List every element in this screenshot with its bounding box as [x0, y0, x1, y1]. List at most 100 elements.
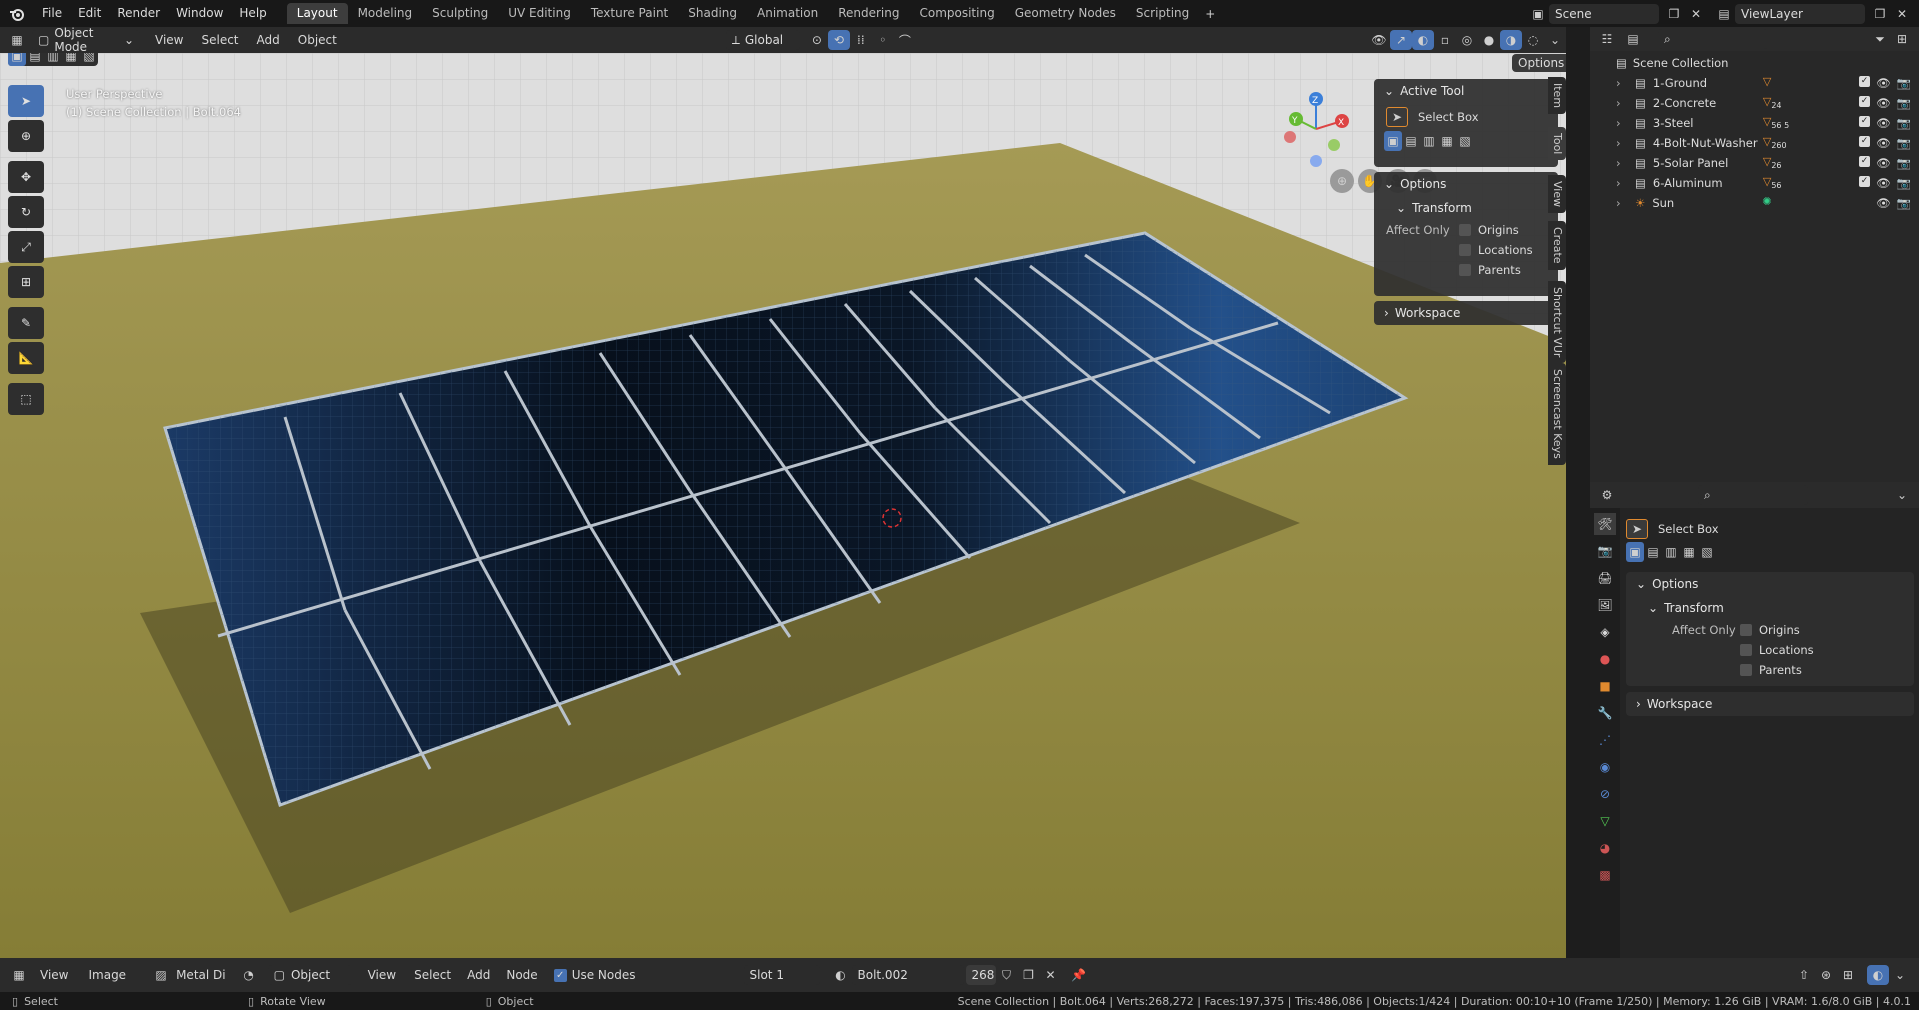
menu-help[interactable]: Help: [231, 0, 274, 27]
prop-workspace-panel[interactable]: › Workspace: [1626, 692, 1914, 716]
unlink-material-icon[interactable]: ✕: [1040, 965, 1062, 985]
eye-icon[interactable]: 👁: [1876, 76, 1891, 90]
tab-uv-editing[interactable]: UV Editing: [498, 3, 581, 24]
eye-icon[interactable]: 👁: [1876, 156, 1891, 170]
annotate-tool-icon[interactable]: ✎: [8, 307, 44, 339]
tool-tab-icon[interactable]: 🛠: [1594, 513, 1616, 535]
snap-target-icon[interactable]: ⁞⁞: [850, 30, 872, 50]
falloff-icon[interactable]: ⌒: [894, 30, 916, 50]
sidebar-tab-screencast[interactable]: Screencast Keys: [1548, 363, 1566, 465]
prop-options-header[interactable]: ⌄ Options: [1626, 572, 1914, 596]
display-mode-icon[interactable]: ▤: [1622, 29, 1644, 49]
material-tab-icon[interactable]: ◕: [1594, 837, 1616, 859]
prop-origins-checkbox[interactable]: [1740, 624, 1752, 636]
exclude-checkbox-icon[interactable]: ✓: [1859, 76, 1871, 87]
sidebar-tab-create[interactable]: Create: [1548, 221, 1566, 270]
pin-icon[interactable]: 📌: [1068, 965, 1090, 985]
options-button[interactable]: Options: [1512, 54, 1566, 72]
expand-arrow-icon[interactable]: ›: [1616, 96, 1628, 110]
node-menu-add[interactable]: Add: [459, 968, 498, 982]
properties-search[interactable]: ⌕: [1698, 485, 1808, 505]
expand-arrow-icon[interactable]: ›: [1616, 76, 1628, 90]
fake-user-icon[interactable]: ⛉: [996, 965, 1018, 985]
mode-subtract-icon[interactable]: ▥: [1420, 131, 1438, 151]
output-tab-icon[interactable]: 🖨: [1594, 567, 1616, 589]
viewlayer-icon[interactable]: ▤: [1713, 4, 1735, 24]
expand-arrow-icon[interactable]: ›: [1616, 156, 1628, 170]
menu-edit[interactable]: Edit: [70, 0, 109, 27]
sidebar-tab-tool[interactable]: Tool: [1548, 127, 1566, 161]
rendered-shading-icon[interactable]: ◌: [1522, 30, 1544, 50]
outliner-row-4-bolt-nut-washer[interactable]: › ▤ 4-Bolt-Nut-Washer ▽260 ✓ 👁 📷: [1590, 133, 1919, 153]
tab-texture-paint[interactable]: Texture Paint: [581, 3, 678, 24]
tab-geometry-nodes[interactable]: Geometry Nodes: [1005, 3, 1126, 24]
mode-extend-icon[interactable]: ▤: [1402, 131, 1420, 151]
world-tab-icon[interactable]: ●: [1594, 648, 1616, 670]
sidebar-tab-item[interactable]: Item: [1548, 77, 1566, 115]
parents-checkbox[interactable]: [1459, 264, 1471, 276]
menu-window[interactable]: Window: [168, 0, 231, 27]
prop-transform-header[interactable]: ⌄ Transform: [1626, 596, 1914, 620]
solid-shading-icon[interactable]: ●: [1478, 30, 1500, 50]
outliner-row-6-aluminum[interactable]: › ▤ 6-Aluminum ▽56 ✓ 👁 📷: [1590, 173, 1919, 193]
select-box-tool-icon[interactable]: ➤: [8, 85, 44, 117]
expand-arrow-icon[interactable]: ›: [1616, 116, 1628, 130]
scene-selector[interactable]: Scene: [1549, 3, 1659, 24]
node-menu-select[interactable]: Select: [406, 968, 459, 982]
material-users-count[interactable]: 268: [965, 965, 996, 985]
properties-options-icon[interactable]: ⌄: [1891, 485, 1913, 505]
shader-editor-type-icon[interactable]: ▦: [8, 965, 30, 985]
material-short-name[interactable]: Metal Di: [176, 968, 226, 982]
mode-extend-icon[interactable]: ▤: [1644, 542, 1662, 562]
sidebar-tab-shortcut[interactable]: Shortcut VUr: [1548, 281, 1566, 364]
transform-header[interactable]: ⌄ Transform: [1374, 196, 1558, 220]
select-box-icon[interactable]: ➤: [1626, 519, 1648, 539]
mode-invert-icon[interactable]: ▦: [1438, 131, 1456, 151]
snap-icon[interactable]: ⟲: [827, 30, 850, 50]
select-intersect-icon[interactable]: ▧: [80, 53, 98, 66]
add-workspace-icon[interactable]: +: [1199, 4, 1221, 24]
proportional-icon[interactable]: ◦: [872, 30, 894, 50]
select-subtract-icon[interactable]: ▥: [44, 53, 62, 66]
prop-parents-checkbox[interactable]: [1740, 664, 1752, 676]
outliner-row-1-ground[interactable]: › ▤ 1-Ground ▽ ✓ 👁 📷: [1590, 73, 1919, 93]
select-new-icon[interactable]: ▣: [8, 53, 26, 66]
slot-dropdown[interactable]: Slot 1: [743, 965, 820, 985]
tab-shading[interactable]: Shading: [678, 3, 747, 24]
duplicate-material-icon[interactable]: ❐: [1018, 965, 1040, 985]
expand-arrow-icon[interactable]: ›: [1616, 136, 1628, 150]
shading-options-icon[interactable]: ⌄: [1544, 30, 1566, 50]
zoom-icon[interactable]: ⊕: [1330, 169, 1354, 193]
camera-render-icon[interactable]: 📷: [1897, 76, 1911, 90]
tab-modeling[interactable]: Modeling: [348, 3, 423, 24]
editor-type-icon[interactable]: ▦: [6, 30, 28, 50]
overlay-icon[interactable]: ◐: [1412, 30, 1434, 50]
close-scene-icon[interactable]: ✕: [1685, 4, 1707, 24]
particles-tab-icon[interactable]: ⋰: [1594, 729, 1616, 751]
outliner-row-3-steel[interactable]: › ▤ 3-Steel ▽56 5 ✓ 👁 📷: [1590, 113, 1919, 133]
outliner-editor-icon[interactable]: ☷: [1596, 29, 1618, 49]
modifier-tab-icon[interactable]: 🔧: [1594, 702, 1616, 724]
vp-menu-view[interactable]: View: [146, 33, 192, 47]
snap-options-icon[interactable]: ⊞: [1837, 965, 1859, 985]
new-collection-icon[interactable]: ⊞: [1891, 29, 1913, 49]
parent-node-tree-icon[interactable]: ⇧: [1793, 965, 1815, 985]
tab-layout[interactable]: Layout: [286, 3, 348, 24]
mode-new-icon[interactable]: ▣: [1626, 542, 1644, 562]
use-nodes-checkbox[interactable]: ✓: [553, 968, 567, 982]
scale-tool-icon[interactable]: ⤢: [8, 231, 44, 263]
tab-sculpting[interactable]: Sculpting: [422, 3, 498, 24]
exclude-checkbox-icon[interactable]: ✓: [1859, 96, 1871, 107]
mode-new-icon[interactable]: ▣: [1384, 131, 1402, 151]
data-tab-icon[interactable]: ▽: [1594, 810, 1616, 832]
new-viewlayer-icon[interactable]: ❐: [1869, 4, 1891, 24]
snap-node-icon[interactable]: ⊛: [1815, 965, 1837, 985]
material-name-field[interactable]: Bolt.002: [851, 965, 964, 985]
vp-menu-object[interactable]: Object: [289, 33, 346, 47]
orientation-dropdown[interactable]: ⟂ Global: [725, 30, 800, 50]
scene-icon[interactable]: ▣: [1527, 4, 1549, 24]
camera-render-icon[interactable]: 📷: [1897, 156, 1911, 170]
tab-compositing[interactable]: Compositing: [909, 3, 1004, 24]
menu-file[interactable]: File: [34, 0, 70, 27]
blender-logo-icon[interactable]: [6, 4, 28, 24]
